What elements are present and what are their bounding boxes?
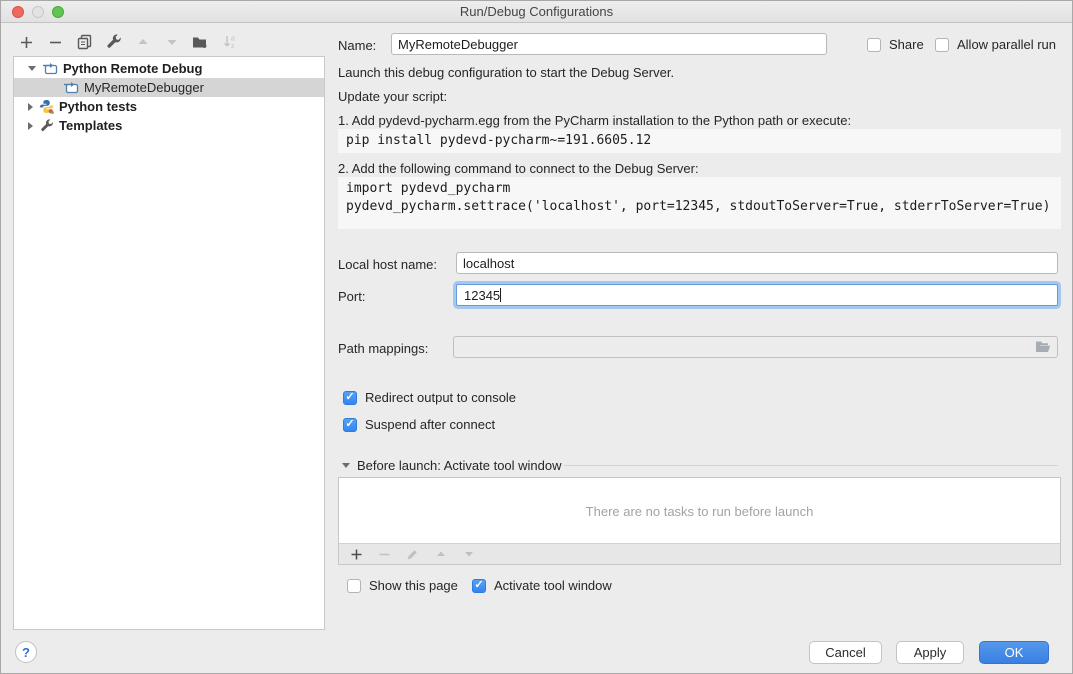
allow-parallel-checkbox-row[interactable]: Allow parallel run: [935, 37, 1056, 52]
edit-defaults-wrench-icon[interactable]: [105, 34, 122, 51]
add-task-button[interactable]: [348, 546, 365, 563]
tree-item-myremotedebugger[interactable]: MyRemoteDebugger: [14, 78, 324, 97]
description-line1: Launch this debug configuration to start…: [338, 65, 674, 80]
show-this-page-label: Show this page: [369, 578, 458, 593]
python-tests-icon: [39, 99, 54, 114]
zoom-window-button[interactable]: [52, 6, 64, 18]
redirect-output-row[interactable]: Redirect output to console: [343, 390, 516, 405]
add-configuration-button[interactable]: [18, 34, 35, 51]
sort-alphabetically-icon: az: [221, 34, 238, 51]
collapse-icon[interactable]: [342, 463, 350, 468]
share-checkbox-row[interactable]: Share: [867, 37, 924, 52]
remove-configuration-button[interactable]: [47, 34, 64, 51]
pip-install-code: pip install pydevd-pycharm~=191.6605.12: [338, 129, 1061, 153]
chevron-down-icon[interactable]: [28, 66, 36, 71]
path-mappings-input[interactable]: [453, 336, 1058, 358]
share-label: Share: [889, 37, 924, 52]
description-line2: Update your script:: [338, 89, 447, 104]
port-label: Port:: [338, 289, 365, 304]
before-launch-header[interactable]: Before launch: Activate tool window: [342, 458, 562, 473]
text-caret: [500, 288, 501, 302]
move-up-icon: [134, 34, 151, 51]
before-launch-task-list: There are no tasks to run before launch: [338, 477, 1061, 565]
run-debug-configurations-dialog: Run/Debug Configurations az: [0, 0, 1073, 674]
tree-item-label: Templates: [59, 118, 122, 133]
settrace-code-line2: pydevd_pycharm.settrace('localhost', por…: [346, 199, 1050, 214]
help-question-icon: ?: [22, 645, 30, 660]
wrench-icon: [39, 118, 54, 133]
section-divider: [564, 465, 1058, 466]
redirect-output-checkbox[interactable]: [343, 391, 357, 405]
suspend-after-connect-row[interactable]: Suspend after connect: [343, 417, 495, 432]
configurations-toolbar: az: [18, 32, 238, 52]
empty-task-list-text: There are no tasks to run before launch: [339, 478, 1060, 544]
activate-tool-window-label: Activate tool window: [494, 578, 612, 593]
move-down-icon: [163, 34, 180, 51]
step1-text: 1. Add pydevd-pycharm.egg from the PyCha…: [338, 113, 851, 128]
before-launch-title: Before launch: Activate tool window: [357, 458, 562, 473]
redirect-output-label: Redirect output to console: [365, 390, 516, 405]
local-host-label: Local host name:: [338, 257, 437, 272]
port-input[interactable]: [456, 284, 1058, 306]
apply-button[interactable]: Apply: [896, 641, 964, 664]
step2-text: 2. Add the following command to connect …: [338, 161, 699, 176]
path-mappings-label: Path mappings:: [338, 341, 428, 356]
edit-task-pencil-icon: [404, 546, 421, 563]
copy-configuration-icon[interactable]: [76, 34, 93, 51]
name-input[interactable]: [391, 33, 827, 55]
tree-item-label: Python tests: [59, 99, 137, 114]
minimize-window-button: [32, 6, 44, 18]
settrace-code-line1: import pydevd_pycharm: [346, 181, 510, 196]
share-checkbox[interactable]: [867, 38, 881, 52]
show-this-page-checkbox[interactable]: [347, 579, 361, 593]
suspend-after-connect-checkbox[interactable]: [343, 418, 357, 432]
suspend-after-connect-label: Suspend after connect: [365, 417, 495, 432]
remove-task-icon: [376, 546, 393, 563]
svg-text:z: z: [231, 43, 235, 50]
tree-item-python-remote-debug[interactable]: Python Remote Debug: [14, 59, 324, 78]
move-task-up-icon: [432, 546, 449, 563]
task-list-toolbar: [339, 543, 1060, 564]
titlebar: Run/Debug Configurations: [1, 1, 1072, 23]
chevron-right-icon[interactable]: [28, 103, 33, 111]
configurations-tree: Python Remote Debug MyRemoteDebugger Pyt…: [13, 56, 325, 630]
name-label: Name:: [338, 38, 376, 53]
help-button[interactable]: ?: [15, 641, 37, 663]
activate-tool-window-checkbox[interactable]: [472, 579, 486, 593]
cancel-button[interactable]: Cancel: [809, 641, 882, 664]
tree-item-label: MyRemoteDebugger: [84, 80, 204, 95]
svg-text:a: a: [231, 36, 235, 43]
ok-button[interactable]: OK: [979, 641, 1049, 664]
local-host-input[interactable]: [456, 252, 1058, 274]
allow-parallel-checkbox[interactable]: [935, 38, 949, 52]
allow-parallel-label: Allow parallel run: [957, 37, 1056, 52]
tree-item-python-tests[interactable]: Python tests: [14, 97, 324, 116]
new-folder-icon[interactable]: [192, 34, 209, 51]
close-window-button[interactable]: [12, 6, 24, 18]
move-task-down-icon: [460, 546, 477, 563]
browse-folder-icon[interactable]: [1035, 340, 1051, 357]
chevron-right-icon[interactable]: [28, 122, 33, 130]
activate-tool-window-row[interactable]: Activate tool window: [472, 578, 612, 593]
remote-debug-icon: [43, 61, 58, 76]
tree-item-label: Python Remote Debug: [63, 61, 202, 76]
port-value: 12345: [464, 288, 501, 303]
tree-item-templates[interactable]: Templates: [14, 116, 324, 135]
show-this-page-row[interactable]: Show this page: [347, 578, 458, 593]
window-title: Run/Debug Configurations: [460, 4, 613, 19]
settrace-code: import pydevd_pycharm pydevd_pycharm.set…: [338, 177, 1061, 229]
remote-debug-icon: [64, 80, 79, 95]
